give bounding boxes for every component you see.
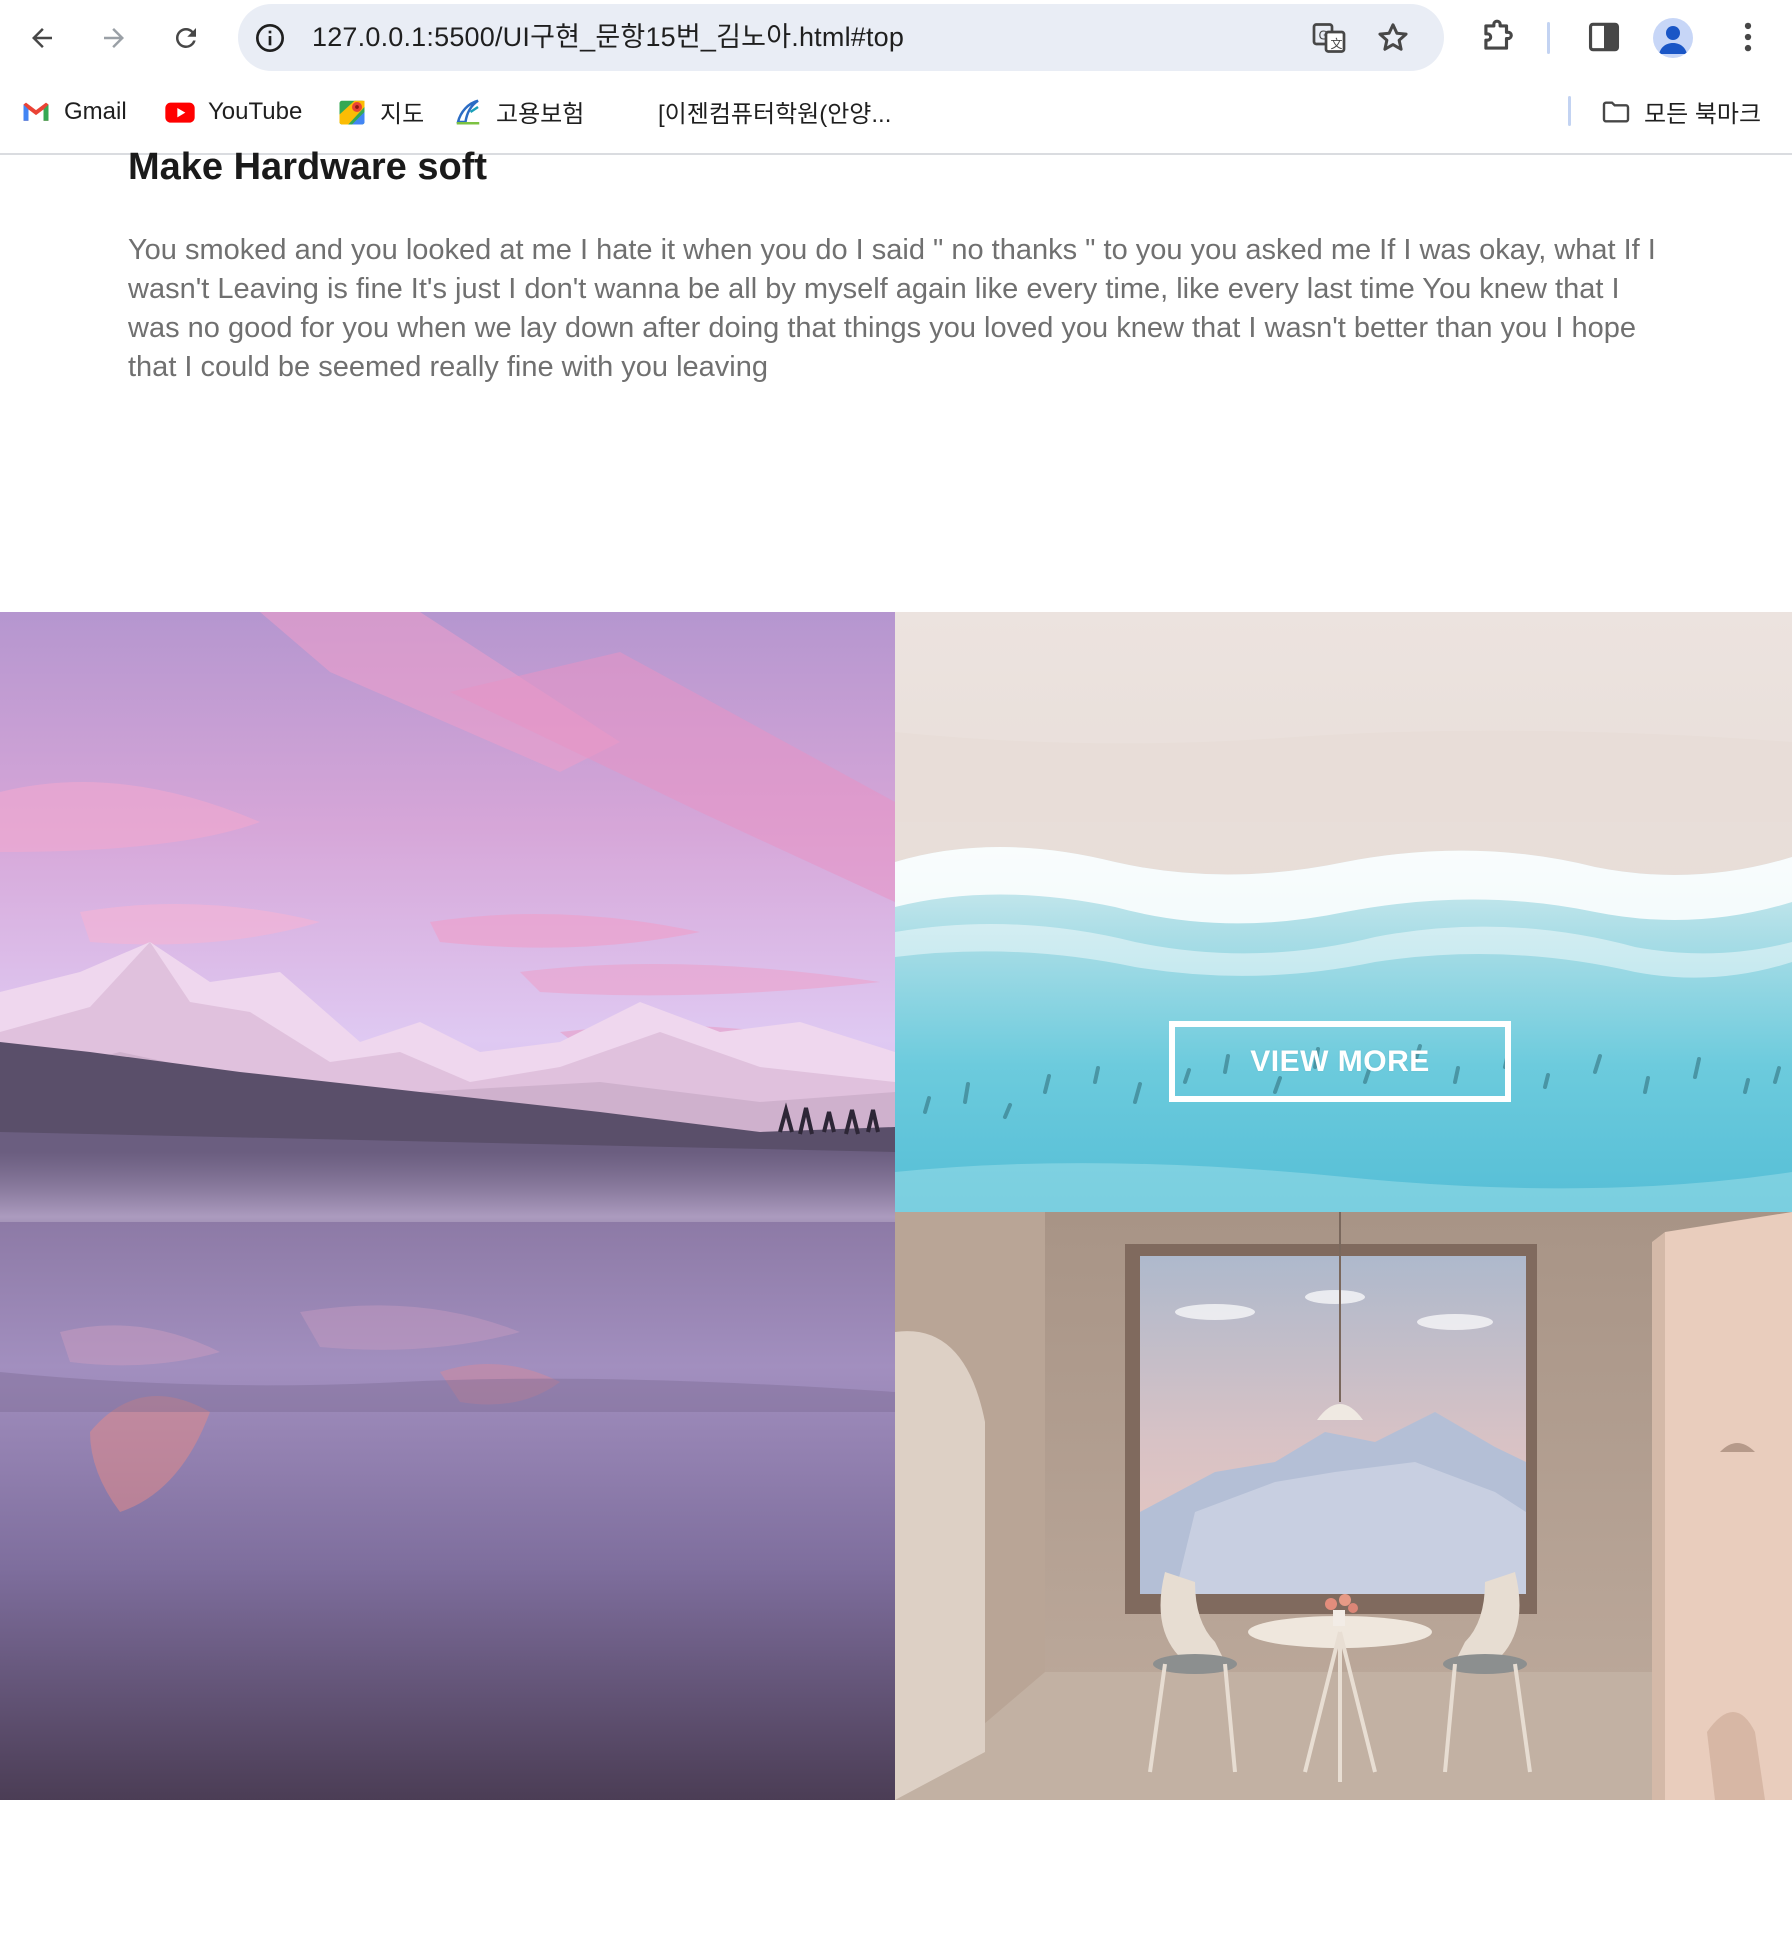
address-bar[interactable]: 127.0.0.1:5500/UI구현_문항15번_김노아.html#top G… xyxy=(238,4,1444,71)
svg-text:G: G xyxy=(1319,29,1328,43)
all-bookmarks-label: 모든 북마크 xyxy=(1644,101,1762,128)
bookmark-youtube[interactable]: YouTube xyxy=(164,76,302,147)
url-text[interactable]: 127.0.0.1:5500/UI구현_문항15번_김노아.html#top xyxy=(312,4,904,71)
view-more-button[interactable]: VIEW MORE xyxy=(1169,1021,1511,1102)
folder-icon xyxy=(1600,96,1632,128)
star-icon[interactable] xyxy=(1375,20,1411,56)
gmail-icon xyxy=(20,96,52,128)
bookmark-label: [이젠컴퓨터학원(안양... xyxy=(658,101,892,128)
back-button[interactable] xyxy=(18,14,66,62)
reload-button[interactable] xyxy=(162,14,210,62)
toolbar-divider xyxy=(1547,22,1550,54)
reload-icon xyxy=(175,27,196,48)
info-icon[interactable] xyxy=(254,22,286,54)
profile-button[interactable] xyxy=(1653,18,1693,58)
bookmarks-bar: Gmail YouTube 지도 고용보험 [이젠컴퓨터학원(안양... 모든 … xyxy=(0,76,1792,155)
interior-room-image xyxy=(895,1212,1792,1800)
browser-toolbar: 127.0.0.1:5500/UI구현_문항15번_김노아.html#top G… xyxy=(0,0,1792,76)
translate-icon[interactable]: G 文 xyxy=(1311,20,1347,56)
arrow-left-icon xyxy=(32,28,52,48)
profile-icon xyxy=(1659,26,1687,54)
bookmark-employment-insurance[interactable]: 고용보험 xyxy=(452,76,584,147)
bookmark-label: 지도 xyxy=(380,101,425,128)
mountain-lake-image xyxy=(0,612,895,1800)
bookmark-gmail[interactable]: Gmail xyxy=(20,76,127,147)
section-paragraph: You smoked and you looked at me I hate i… xyxy=(128,234,1656,383)
arrow-right-icon xyxy=(104,28,124,48)
employment-insurance-icon xyxy=(452,96,484,128)
bookmark-maps[interactable]: 지도 xyxy=(336,76,424,147)
svg-text:文: 文 xyxy=(1331,36,1343,51)
youtube-icon xyxy=(164,96,196,128)
puzzle-icon[interactable] xyxy=(1478,18,1516,56)
bookmark-label: Gmail xyxy=(64,97,127,125)
bookmark-ezen-academy[interactable]: [이젠컴퓨터학원(안양... xyxy=(658,76,891,147)
ocean-beach-image xyxy=(895,612,1792,1212)
bookmarks-divider xyxy=(1568,96,1571,126)
forward-button[interactable] xyxy=(90,14,138,62)
section-title: Make Hardware soft xyxy=(128,146,488,188)
bookmark-label: YouTube xyxy=(208,97,303,125)
bookmark-label: 고용보험 xyxy=(496,101,585,128)
more-vert-icon[interactable] xyxy=(1729,18,1767,56)
maps-icon xyxy=(336,96,368,128)
all-bookmarks-button[interactable]: 모든 북마크 xyxy=(1600,76,1761,147)
side-panel-icon[interactable] xyxy=(1585,18,1623,56)
